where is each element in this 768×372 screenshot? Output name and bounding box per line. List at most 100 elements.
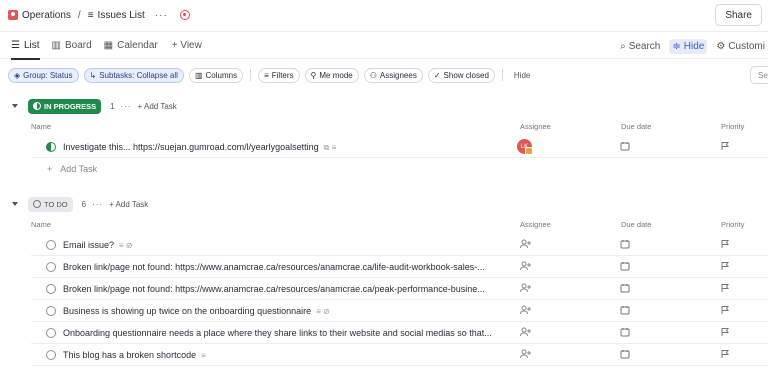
task-row[interactable]: Business is showing up twice on the onbo… [31, 300, 768, 322]
col-priority[interactable]: Priority [721, 122, 744, 131]
task-row[interactable]: Broken link/page not found: https://www.… [31, 278, 768, 300]
target-icon[interactable] [179, 10, 190, 20]
task-title[interactable]: Investigate this... https://suejan.gumro… [63, 142, 336, 153]
show-closed-chip[interactable]: ✓ Show closed [427, 67, 495, 83]
tab-calendar[interactable]: ▦ Calendar [104, 31, 158, 59]
status-badge[interactable]: TO DO [28, 196, 73, 212]
collapse-caret-icon[interactable] [12, 202, 18, 206]
breadcrumb-list[interactable]: Issues List [98, 10, 145, 21]
hide-filter-button[interactable]: Hide [510, 71, 534, 80]
status-badge[interactable]: IN PROGRESS [28, 98, 102, 114]
task-row[interactable]: Investigate this... https://suejan.gumro… [31, 136, 768, 158]
view-bar: ☰ List ▥ Board ▦ Calendar + View ⌕ Searc… [0, 31, 768, 60]
task-title[interactable]: This blog has a broken shortcode ≡ [63, 350, 206, 360]
priority-flag-icon[interactable] [720, 141, 732, 153]
task-title[interactable]: Business is showing up twice on the onbo… [63, 306, 330, 316]
status-to-do-icon[interactable] [46, 350, 56, 360]
task-search-input[interactable]: Se [750, 66, 768, 84]
status-to-do-icon[interactable] [46, 240, 56, 250]
due-date-icon[interactable] [620, 239, 632, 251]
description-attachment-icon: ≡ ⊘ [316, 307, 330, 316]
to-do-icon [33, 200, 41, 208]
col-name[interactable]: Name [31, 220, 51, 229]
add-assignee-icon[interactable] [520, 283, 532, 295]
search-button[interactable]: ⌕ Search [617, 39, 663, 54]
tab-board[interactable]: ▥ Board [52, 31, 92, 59]
group-status-label: Group: Status [23, 70, 73, 80]
status-label: TO DO [44, 199, 68, 209]
col-due-date[interactable]: Due date [621, 122, 651, 131]
status-label: IN PROGRESS [44, 101, 97, 111]
priority-flag-icon[interactable] [720, 261, 732, 273]
task-row[interactable]: Email issue? ≡ ⊘ [31, 234, 768, 256]
due-date-icon[interactable] [620, 327, 632, 339]
group-more-icon[interactable]: ··· [92, 200, 103, 209]
col-assignee[interactable]: Assignee [520, 220, 551, 229]
add-task-label: Add Task [115, 199, 149, 209]
add-assignee-icon[interactable] [520, 327, 532, 339]
group-more-icon[interactable]: ··· [121, 102, 132, 111]
priority-flag-icon[interactable] [720, 349, 732, 361]
tab-list[interactable]: ☰ List [11, 31, 40, 60]
due-date-icon[interactable] [620, 349, 632, 361]
list-view-icon: ☰ [11, 39, 20, 51]
avatar-initials: LK [520, 143, 529, 150]
task-title[interactable]: Broken link/page not found: https://www.… [63, 284, 485, 294]
collapse-caret-icon[interactable] [12, 104, 18, 108]
external-link-icon[interactable]: ⧉ ≡ [324, 143, 337, 153]
add-task-header-button[interactable]: + Add Task [138, 102, 177, 111]
task-title[interactable]: Broken link/page not found: https://www.… [63, 262, 485, 272]
breadcrumb: Operations / ≡ Issues List ··· [8, 10, 190, 21]
col-name[interactable]: Name [31, 122, 51, 131]
assignees-chip[interactable]: ⚇ Assignees [363, 67, 423, 83]
task-title[interactable]: Email issue? ≡ ⊘ [63, 240, 133, 250]
avatar[interactable]: LK [517, 139, 533, 155]
breadcrumb-space[interactable]: Operations [22, 10, 71, 21]
due-date-icon[interactable] [620, 283, 632, 295]
me-mode-chip[interactable]: ⚲ Me mode [304, 67, 359, 83]
task-row[interactable]: Onboarding questionnaire needs a place w… [31, 322, 768, 344]
due-date-icon[interactable] [620, 261, 632, 273]
check-circle-icon: ✓ [433, 70, 441, 80]
filters-chip[interactable]: ≡ Filters [258, 67, 300, 83]
add-assignee-icon[interactable] [520, 305, 532, 317]
status-to-do-icon[interactable] [46, 328, 56, 338]
group-status-chip[interactable]: ◈ Group: Status [8, 67, 79, 83]
status-to-do-icon[interactable] [46, 306, 56, 316]
status-to-do-icon[interactable] [46, 262, 56, 272]
due-date-icon[interactable] [620, 141, 632, 153]
priority-flag-icon[interactable] [720, 283, 732, 295]
calendar-view-icon: ▦ [103, 39, 114, 51]
hide-button[interactable]: ≑ Hide [669, 38, 708, 54]
tab-board-label: Board [64, 39, 92, 51]
add-task-header-button[interactable]: + Add Task [109, 200, 148, 209]
col-due-date[interactable]: Due date [621, 220, 651, 229]
col-priority[interactable]: Priority [721, 220, 744, 229]
gear-icon: ⚙ [716, 40, 726, 52]
task-title-text: Investigate this... https://suejan.gumro… [63, 142, 319, 152]
share-button[interactable]: Share [715, 4, 762, 26]
add-assignee-icon[interactable] [520, 349, 532, 361]
add-task-row[interactable]: + Add Task [0, 158, 768, 180]
priority-flag-icon[interactable] [720, 239, 732, 251]
col-assignee[interactable]: Assignee [520, 122, 551, 131]
task-title[interactable]: Onboarding questionnaire needs a place w… [63, 328, 492, 338]
columns-chip[interactable]: ▥ Columns [188, 67, 244, 83]
add-view-button[interactable]: + View [172, 31, 202, 59]
add-assignee-icon[interactable] [520, 239, 532, 251]
status-to-do-icon[interactable] [46, 284, 56, 294]
task-row[interactable]: This blog has a broken shortcode ≡ [31, 344, 768, 366]
hide-label: Hide [683, 40, 705, 52]
task-row[interactable]: Broken link/page not found: https://www.… [31, 256, 768, 278]
status-in-progress-icon[interactable] [46, 142, 56, 152]
more-options-icon[interactable]: ··· [155, 10, 168, 21]
customize-button[interactable]: ⚙ Customi [713, 39, 768, 54]
list-icon: ≡ [87, 9, 94, 21]
due-date-icon[interactable] [620, 305, 632, 317]
customize-label: Customi [728, 40, 765, 52]
priority-flag-icon[interactable] [720, 305, 732, 317]
subtasks-chip[interactable]: ↳ Subtasks: Collapse all [83, 67, 184, 83]
priority-flag-icon[interactable] [720, 327, 732, 339]
add-assignee-icon[interactable] [520, 261, 532, 273]
assignees-label: Assignees [379, 70, 417, 80]
